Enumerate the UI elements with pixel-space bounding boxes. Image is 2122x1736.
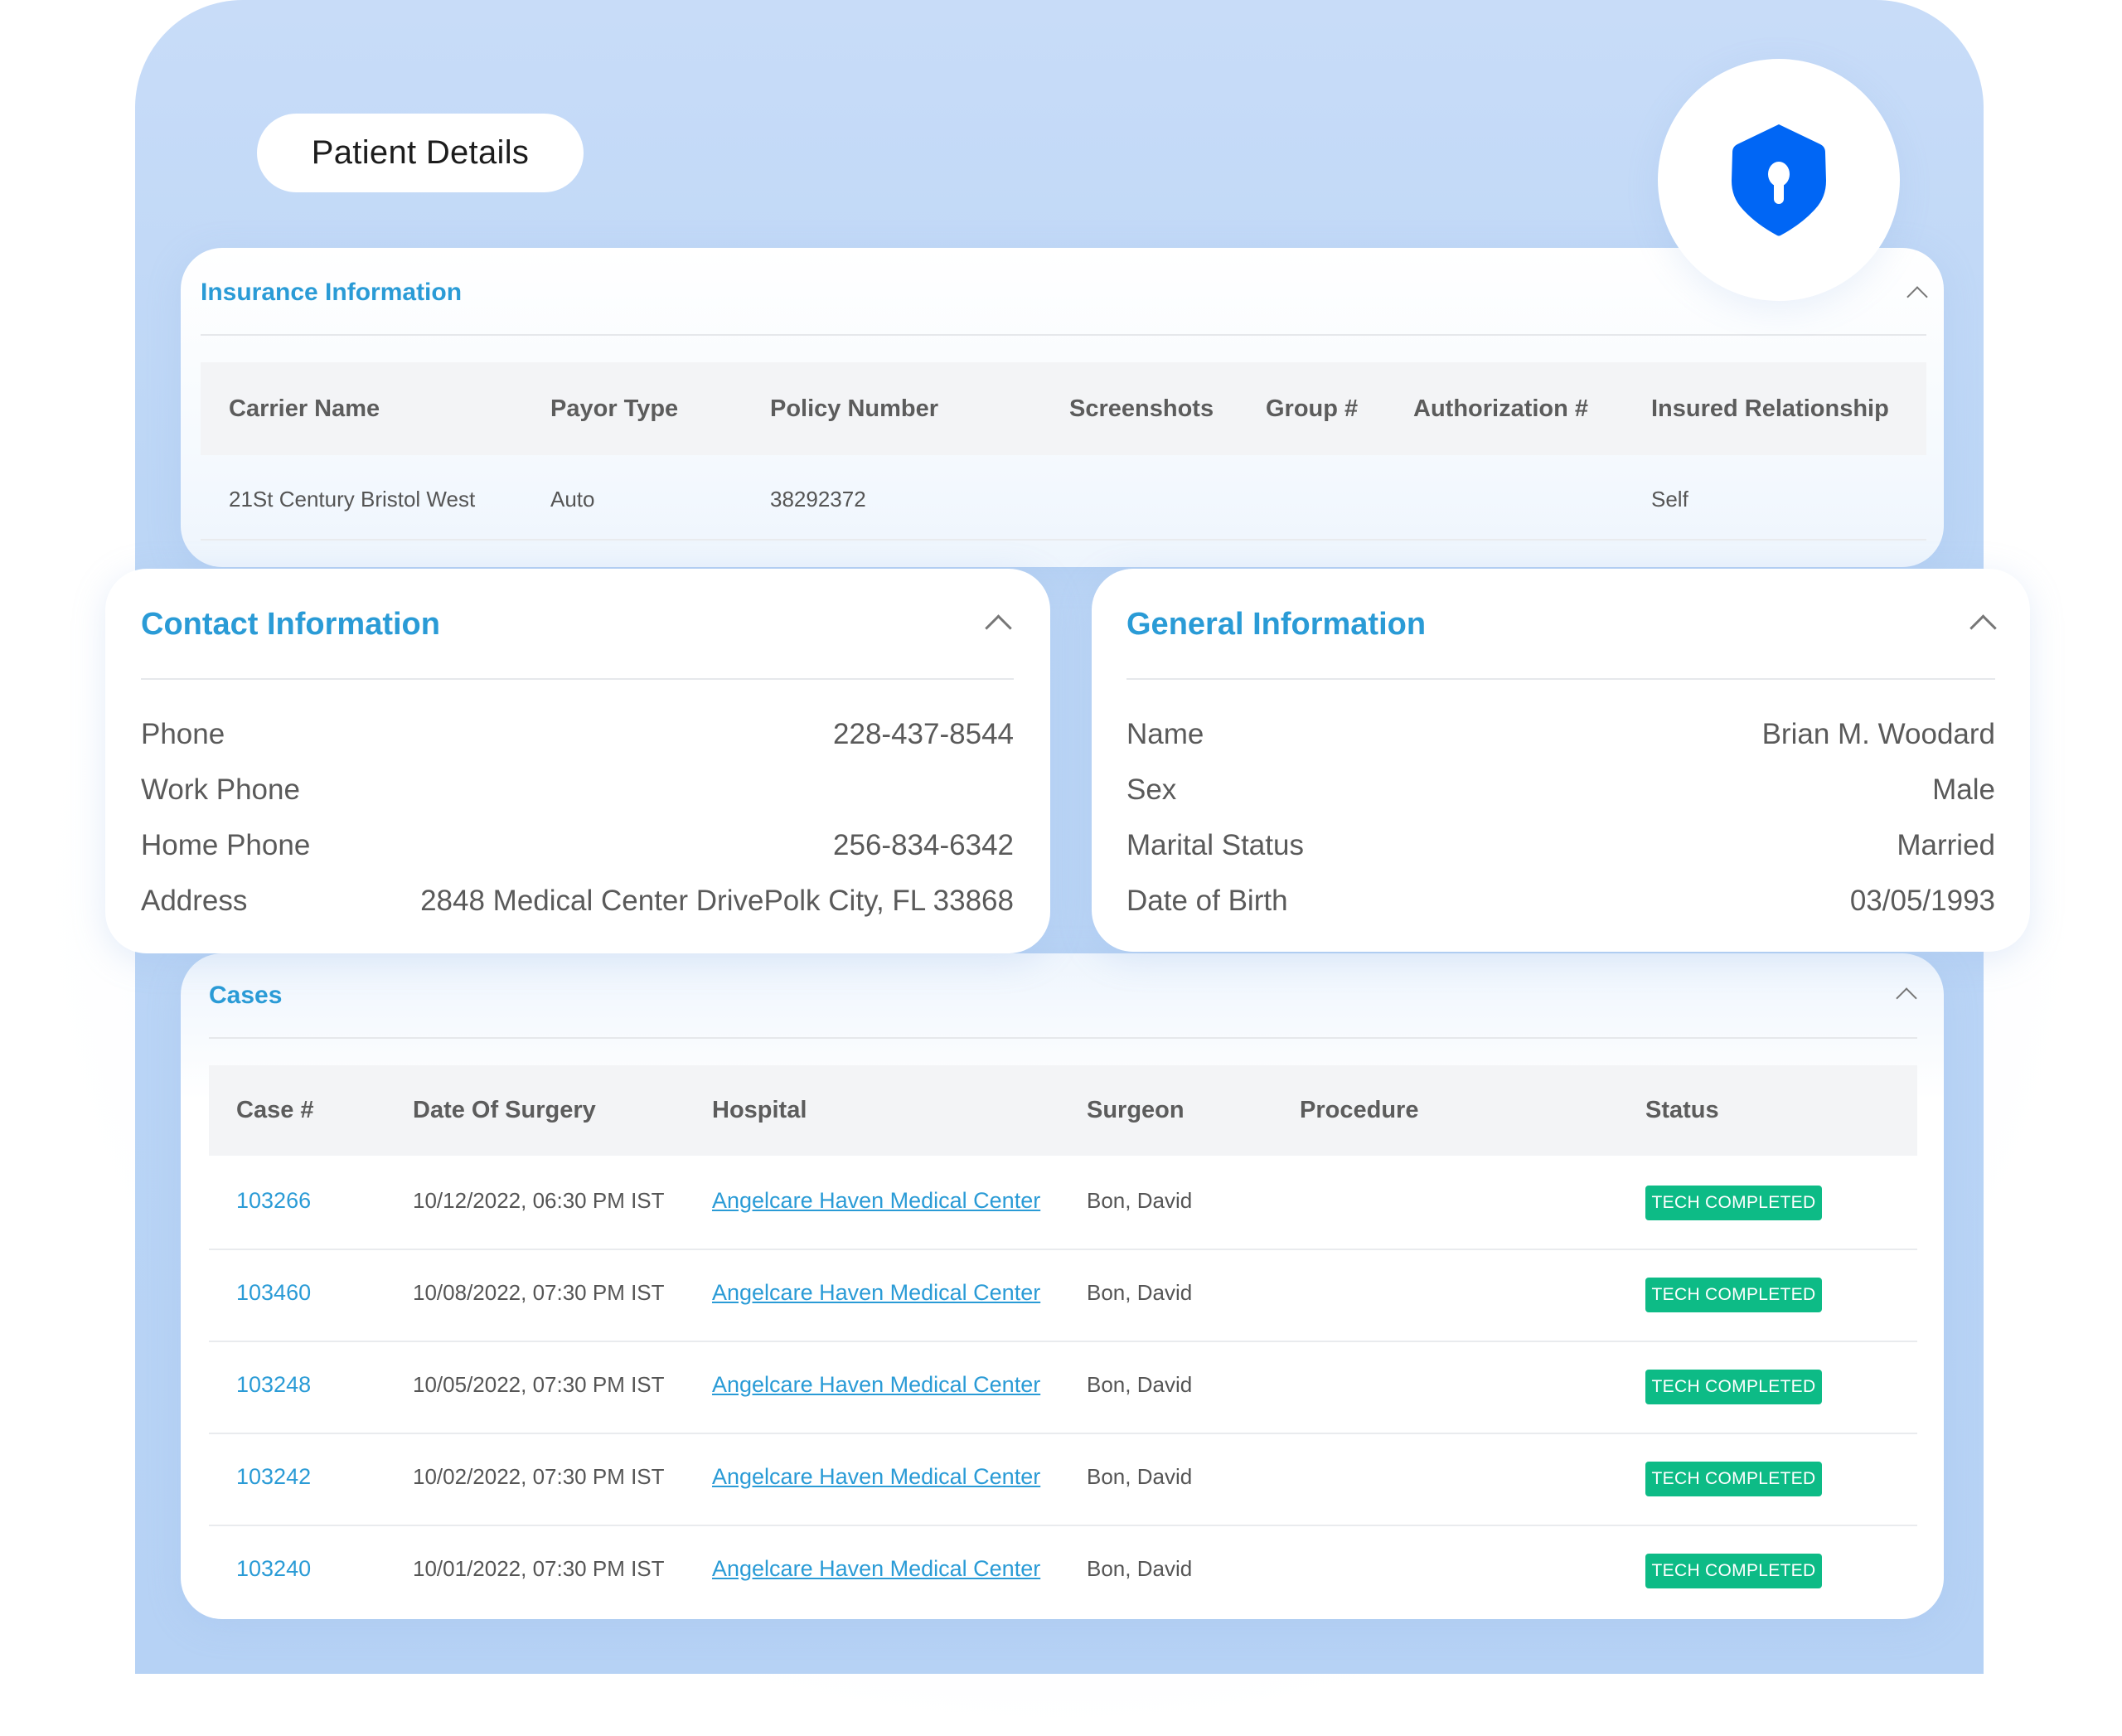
case-number-link[interactable]: 103248 — [236, 1372, 311, 1398]
general-title: General Information — [1126, 607, 1427, 642]
column-header-insured-relationship: Insured Relationship — [1651, 395, 1889, 422]
row-divider — [201, 539, 1926, 541]
home-phone-value: 256-834-6342 — [833, 829, 1014, 861]
surgeon: Bon, David — [1087, 1280, 1193, 1305]
date-of-surgery: 10/08/2022, 07:30 PM IST — [413, 1280, 665, 1305]
contact-information-card: Contact Information Phone 228-437-8544 Wor… — [105, 569, 1050, 953]
surgeon: Bon, David — [1087, 1372, 1193, 1397]
collapse-chevron-up-icon[interactable] — [1896, 987, 1917, 1009]
column-header-payor-type: Payor Type — [550, 395, 679, 422]
collapse-chevron-up-icon[interactable] — [1969, 614, 1997, 642]
date-of-birth-label: Date of Birth — [1126, 885, 1288, 917]
hospital-link[interactable]: Angelcare Haven Medical Center — [712, 1188, 1040, 1214]
date-of-surgery: 10/05/2022, 07:30 PM IST — [413, 1372, 665, 1397]
divider — [201, 334, 1926, 336]
address-value: 2848 Medical Center DrivePolk City, FL 3… — [420, 885, 1014, 917]
column-header-carrier-name: Carrier Name — [229, 395, 380, 422]
column-header-hospital: Hospital — [712, 1097, 807, 1123]
row-divider — [209, 1433, 1917, 1434]
date-of-surgery: 10/02/2022, 07:30 PM IST — [413, 1464, 665, 1489]
status-badge: TECH COMPLETED — [1645, 1278, 1822, 1312]
address-label: Address — [141, 885, 248, 917]
column-header-status: Status — [1645, 1097, 1719, 1123]
case-number-link[interactable]: 103266 — [236, 1188, 311, 1214]
divider — [209, 1037, 1917, 1039]
name-label: Name — [1126, 718, 1204, 750]
column-header-date-of-surgery: Date Of Surgery — [413, 1097, 596, 1123]
security-badge — [1658, 59, 1900, 301]
case-number-link[interactable]: 103460 — [236, 1280, 311, 1306]
surgeon: Bon, David — [1087, 1464, 1193, 1489]
collapse-chevron-up-icon[interactable] — [1906, 286, 1928, 308]
general-information-card: General Information Name Brian M. Woodard… — [1092, 569, 2030, 952]
column-header-procedure: Procedure — [1300, 1097, 1419, 1123]
cases-card: Cases Case # Date Of Surgery Hospital Surge… — [181, 953, 1944, 1619]
collapse-chevron-up-icon[interactable] — [985, 614, 1012, 642]
surgeon: Bon, David — [1087, 1556, 1193, 1581]
shield-lock-icon — [1732, 124, 1826, 236]
divider — [141, 678, 1014, 680]
contact-title: Contact Information — [141, 607, 440, 642]
date-of-surgery: 10/01/2022, 07:30 PM IST — [413, 1556, 665, 1581]
status-badge: TECH COMPLETED — [1645, 1554, 1822, 1588]
marital-status-value: Married — [1897, 829, 1995, 861]
column-header-authorization-number: Authorization # — [1413, 395, 1589, 422]
marital-status-label: Marital Status — [1126, 829, 1304, 861]
date-of-birth-value: 03/05/1993 — [1849, 885, 1995, 917]
insurance-title: Insurance Information — [201, 279, 463, 306]
insurance-information-card: Insurance Information Carrier Name Payor … — [181, 248, 1944, 567]
column-header-surgeon: Surgeon — [1087, 1097, 1185, 1123]
divider — [1126, 678, 1995, 680]
case-number-link[interactable]: 103242 — [236, 1464, 311, 1490]
cell-policy-number: 38292372 — [770, 487, 866, 512]
hospital-link[interactable]: Angelcare Haven Medical Center — [712, 1464, 1040, 1490]
phone-label: Phone — [141, 718, 225, 750]
sex-label: Sex — [1126, 773, 1177, 806]
column-header-policy-number: Policy Number — [770, 395, 939, 422]
cases-title: Cases — [209, 982, 283, 1009]
column-header-group-number: Group # — [1266, 395, 1359, 422]
cell-carrier-name: 21St Century Bristol West — [229, 487, 476, 512]
cell-payor-type: Auto — [550, 487, 595, 512]
cell-insured-relationship: Self — [1651, 487, 1688, 512]
row-divider — [209, 1525, 1917, 1526]
status-badge: TECH COMPLETED — [1645, 1370, 1822, 1404]
page-title: Patient Details — [257, 114, 584, 192]
hospital-link[interactable]: Angelcare Haven Medical Center — [712, 1556, 1040, 1582]
hospital-link[interactable]: Angelcare Haven Medical Center — [712, 1280, 1040, 1306]
date-of-surgery: 10/12/2022, 06:30 PM IST — [413, 1188, 665, 1213]
phone-value: 228-437-8544 — [833, 718, 1014, 750]
column-header-case-number: Case # — [236, 1097, 314, 1123]
name-value: Brian M. Woodard — [1761, 718, 1995, 750]
case-number-link[interactable]: 103240 — [236, 1556, 311, 1582]
work-phone-label: Work Phone — [141, 773, 300, 806]
surgeon: Bon, David — [1087, 1188, 1193, 1213]
row-divider — [209, 1341, 1917, 1342]
home-phone-label: Home Phone — [141, 829, 311, 861]
sex-value: Male — [1932, 773, 1995, 806]
row-divider — [209, 1249, 1917, 1250]
status-badge: TECH COMPLETED — [1645, 1186, 1822, 1220]
hospital-link[interactable]: Angelcare Haven Medical Center — [712, 1372, 1040, 1398]
status-badge: TECH COMPLETED — [1645, 1462, 1822, 1496]
column-header-screenshots: Screenshots — [1069, 395, 1214, 422]
